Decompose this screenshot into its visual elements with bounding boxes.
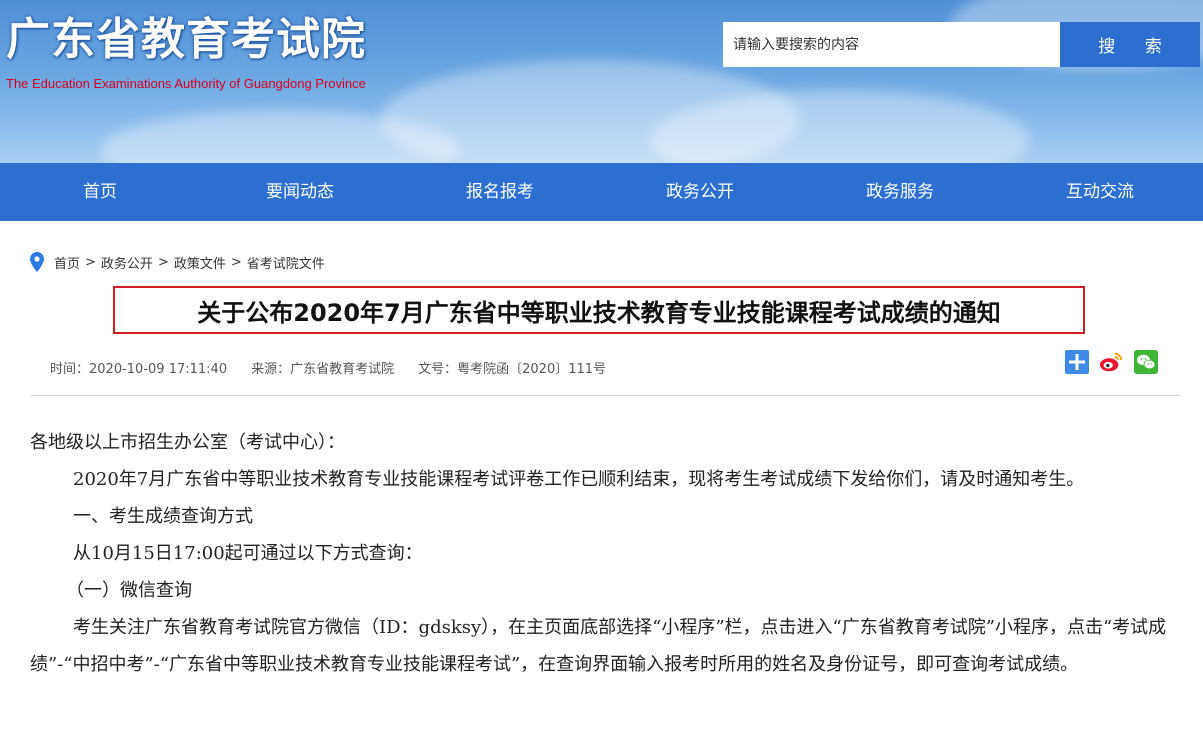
section-heading: 一、考生成绩查询方式 (73, 506, 253, 527)
breadcrumb-separator: > (157, 254, 169, 270)
share-plus-icon[interactable] (1065, 350, 1089, 374)
meta-doc-no-label: 文号： (418, 362, 458, 377)
nav-item-interaction[interactable]: 互动交流 (1000, 163, 1200, 221)
header-banner: 广东省教育考试院 The Education Examinations Auth… (0, 0, 1203, 163)
search-button[interactable]: 搜 索 (1060, 22, 1200, 67)
meta-time: 时间：2020-10-09 17:11:40 (50, 358, 227, 378)
breadcrumb-separator: > (85, 254, 96, 270)
article-body: 各地级以上市招生办公室（考试中心）： 2020年7月广东省中等职业技术教育专业技… (30, 424, 1180, 683)
paragraph: 从10月15日17:00起可通过以下方式查询： (73, 543, 423, 564)
location-pin-icon (30, 252, 44, 272)
nav-item-gov-affairs[interactable]: 政务公开 (600, 163, 800, 221)
meta-doc-no-value: 粤考院函〔2020〕111号 (457, 362, 607, 377)
main-nav: 首页 要闻动态 报名报考 政务公开 政务服务 互动交流 (0, 163, 1203, 221)
weibo-icon[interactable] (1099, 350, 1123, 374)
site-subtitle: The Education Examinations Authority of … (6, 76, 366, 91)
meta-source-value: 广东省教育考试院 (290, 362, 395, 377)
meta-source: 来源：广东省教育考试院 (251, 358, 394, 378)
paragraph: 2020年7月广东省中等职业技术教育专业技能课程考试评卷工作已顺利结束，现将考生… (73, 469, 1085, 490)
salutation: 各地级以上市招生办公室（考试中心）： (30, 432, 345, 453)
meta-source-label: 来源： (251, 362, 291, 377)
breadcrumb-gov-affairs[interactable]: 政务公开 (101, 253, 153, 272)
nav-item-home[interactable]: 首页 (0, 163, 200, 221)
nav-item-registration[interactable]: 报名报考 (400, 163, 600, 221)
breadcrumb-separator: > (230, 254, 242, 270)
search-input[interactable] (723, 22, 1060, 67)
meta-time-value: 2020-10-09 17:11:40 (89, 362, 228, 377)
breadcrumb-home[interactable]: 首页 (54, 253, 80, 272)
article-meta: 时间：2020-10-09 17:11:40 来源：广东省教育考试院 文号：粤考… (50, 358, 630, 378)
nav-item-news[interactable]: 要闻动态 (200, 163, 400, 221)
article-title: 关于公布2020年7月广东省中等职业技术教育专业技能课程考试成绩的通知 (197, 298, 1001, 327)
article-title-box: 关于公布2020年7月广东省中等职业技术教育专业技能课程考试成绩的通知 (113, 286, 1085, 334)
meta-time-label: 时间： (50, 362, 90, 377)
breadcrumb-policy-files[interactable]: 政策文件 (174, 253, 226, 272)
site-title[interactable]: 广东省教育考试院 (6, 10, 366, 70)
subsection-heading: （一）微信查询 (66, 580, 192, 601)
wechat-icon[interactable] (1134, 350, 1158, 374)
breadcrumb: 首页 > 政务公开 > 政策文件 > 省考试院文件 (30, 251, 325, 273)
meta-divider (30, 395, 1180, 396)
paragraph: 考生关注广东省教育考试院官方微信（ID：gdsksy），在主页面底部选择“小程序… (30, 617, 1167, 675)
breadcrumb-institute-files[interactable]: 省考试院文件 (247, 253, 325, 272)
nav-item-gov-services[interactable]: 政务服务 (800, 163, 1000, 221)
meta-doc-no: 文号：粤考院函〔2020〕111号 (418, 358, 606, 378)
